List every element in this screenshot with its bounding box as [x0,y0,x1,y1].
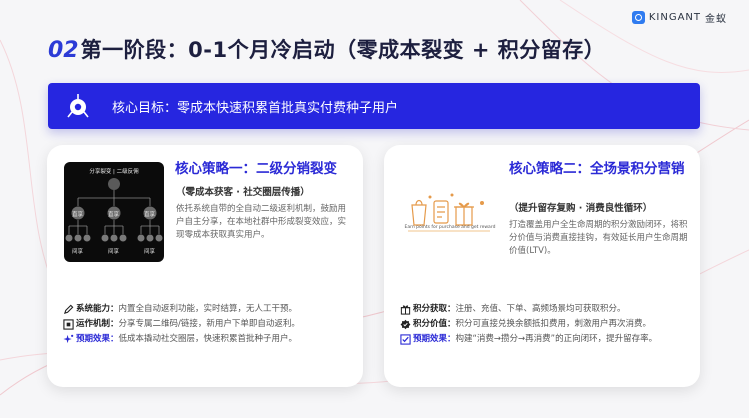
bullet-key: 运作机制 [76,319,111,329]
title-text: 第一阶段：0-1个月冷启动（零成本裂变 + 积分留存） [80,38,606,62]
diagram-level2-label: 间享 [72,249,84,255]
diagram-level2-label: 间享 [108,249,120,255]
badge-icon [400,319,411,330]
card2-description: 打造覆盖用户全生命周期的积分激励闭环，将积分价值与消费直接挂钩，有效延长用户生命… [509,220,688,256]
qrcode-icon [63,319,74,330]
bullet-key: 预期效果 [413,334,448,344]
bullet-value: 低成本撬动社交圈层，快速积累首批种子用户。 [118,334,298,344]
gift-icon [400,305,411,315]
bullet-value: 构建“消费→攒分→再消费”的正向闭环，提升留存率。 [455,334,658,344]
strategy-card-1: 分享裂变 | 二级反佣 直享 直享 直享 间享 间享 间享 核心策略一：二级分销… [47,145,363,387]
card1-subtitle: （零成本获客 · 社交圈层传播） [176,187,310,198]
pen-icon [63,304,74,315]
logo-mark-icon [631,11,645,24]
bullet-value: 分享专属二维码/链接，新用户下单即自动返利。 [118,319,300,329]
list-item: 预期效果： 低成本撬动社交圈层，快速积累首批种子用户。 [63,333,353,346]
kingant-logo: KINGANT 金蚁 [631,10,727,25]
card1-bullet-list: 系统能力： 内置全自动返利功能，实时结算，无人工干预。 运作机制： 分享专属二维… [63,303,353,348]
diagram-level2-label: 间享 [144,249,156,255]
bullet-key: 积分价值 [413,319,448,329]
card2-bullet-list: 积分获取： 注册、充值、下单、高频场景均可获取积分。 积分价值： 积分可直接兑换… [400,303,690,348]
checkbox-icon [400,334,411,345]
diagram-level1-label: 直享 [144,212,156,218]
bullet-key: 系统能力 [76,304,111,314]
goal-banner: 核心目标：零成本快速积累首批真实付费种子用户 [48,83,700,129]
title-number: 02 [48,38,79,63]
logo-text-cn: 金蚁 [705,14,727,25]
list-item: 运作机制： 分享专属二维码/链接，新用户下单即自动返利。 [63,318,353,331]
bullet-value: 注册、充值、下单、高频场景均可获取积分。 [455,304,626,314]
sparkle-icon [63,334,74,344]
card2-subtitle: （提升留存复购 · 消费良性循环） [509,203,653,214]
referral-diagram: 分享裂变 | 二级反佣 直享 直享 直享 间享 间享 间享 [64,162,164,262]
diagram-level1-label: 直享 [72,212,84,218]
page-title: 02 第一阶段：0-1个月冷启动（零成本裂变 + 积分留存） [48,34,605,64]
points-reward-illustration [408,193,490,232]
bullet-value: 内置全自动返利功能，实时结算，无人工干预。 [118,304,298,314]
card1-description: 依托系统自带的全自动二级返利机制，鼓励用户自主分享，在本地社群中形成裂变效应，实… [176,204,347,240]
diagram-level1-label: 直享 [108,212,120,218]
list-item: 预期效果： 构建“消费→攒分→再消费”的正向闭环，提升留存率。 [400,333,690,346]
bullet-key: 积分获取 [413,304,448,314]
logo-text: KINGANT [648,12,701,23]
banner-text: 核心目标：零成本快速积累首批真实付费种子用户 [112,101,399,116]
target-icon [67,94,89,118]
strategy-card-2: Earn points for purchase and get reward … [384,145,700,387]
list-item: 系统能力： 内置全自动返利功能，实时结算，无人工干预。 [63,303,353,316]
card2-title: 核心策略二：全场景积分营销 [509,161,685,177]
bullet-key: 预期效果 [76,334,111,344]
bullet-value: 积分可直接兑换余额抵扣费用，刺激用户再次消费。 [455,319,652,329]
list-item: 积分价值： 积分可直接兑换余额抵扣费用，刺激用户再次消费。 [400,318,690,331]
illustration-caption: Earn points for purchase and get reward [404,225,496,230]
list-item: 积分获取： 注册、充值、下单、高频场景均可获取积分。 [400,303,690,316]
card1-title: 核心策略一：二级分销裂变 [175,161,337,177]
